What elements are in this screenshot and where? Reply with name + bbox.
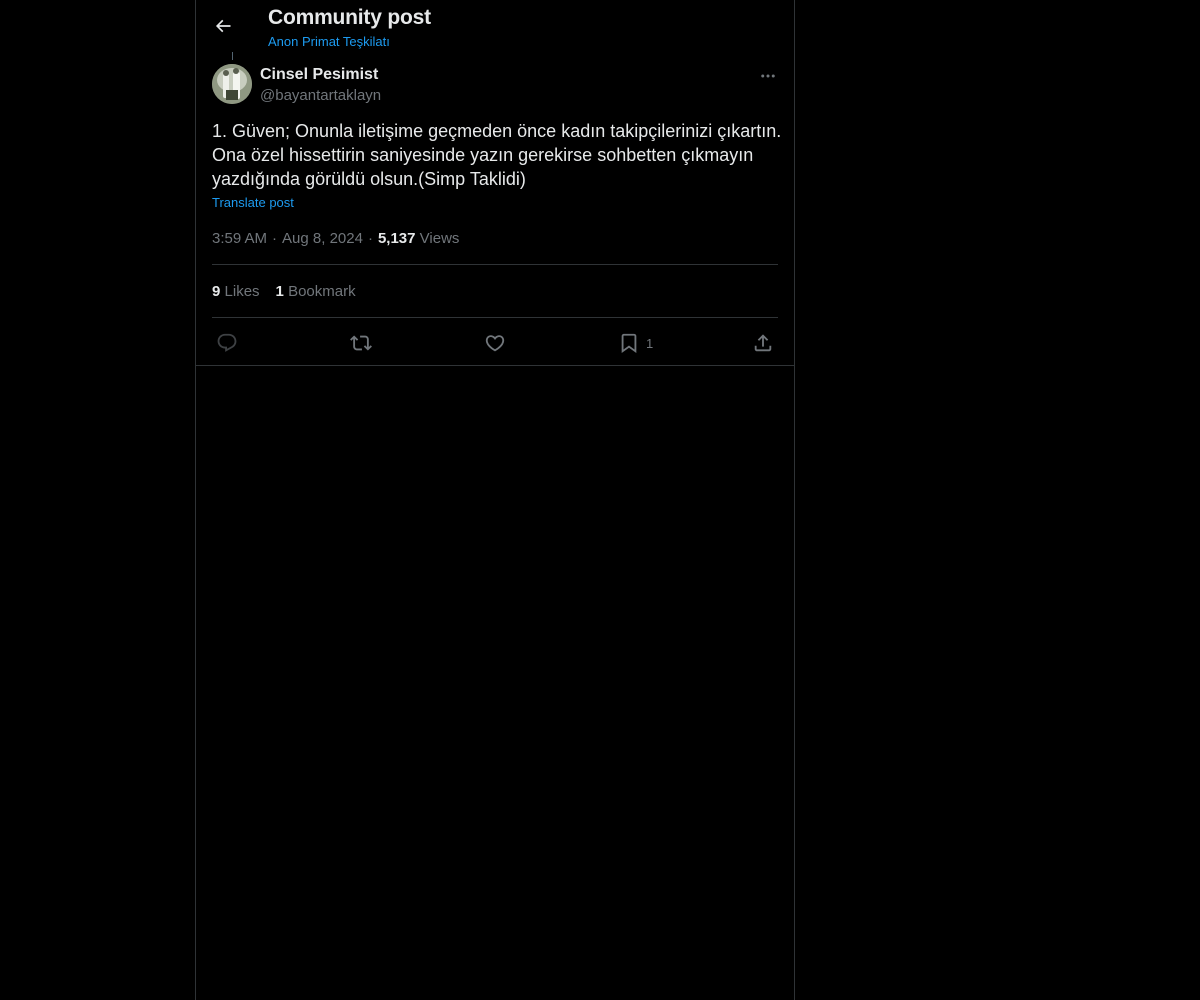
avatar-image-icon [212, 64, 252, 104]
like-button[interactable] [484, 330, 506, 356]
post-text: 1. Güven; Onunla iletişime geçmeden önce… [212, 121, 782, 189]
reply-button[interactable] [216, 330, 238, 356]
likes-label: Likes [224, 283, 260, 300]
share-icon [754, 334, 772, 352]
more-options-button[interactable] [756, 66, 780, 86]
separator-dot: · [272, 230, 278, 247]
community-link[interactable]: Anon Primat Teşkilatı [268, 34, 390, 49]
share-button[interactable] [752, 330, 774, 356]
author-handle[interactable]: @bayantartaklayn [260, 87, 381, 104]
post-meta: 3:59 AM · Aug 8, 2024 · 5,137 Views [212, 230, 459, 247]
post-bottom-border [196, 365, 794, 366]
views-label: Views [419, 230, 460, 247]
divider [212, 264, 778, 265]
likes-count: 9 [212, 283, 221, 300]
bookmark-count: 1 [646, 335, 654, 351]
bookmarks-label: Bookmark [288, 283, 356, 300]
page-title: Community post [268, 6, 431, 29]
engagement-stats: 9 Likes 1 Bookmark [212, 283, 372, 300]
repost-button[interactable] [350, 330, 372, 356]
repost-icon [350, 335, 372, 351]
bookmark-button[interactable]: 1 [618, 330, 653, 356]
divider [212, 317, 778, 318]
bookmarks-stat[interactable]: 1 Bookmark [276, 283, 356, 300]
avatar[interactable] [212, 64, 252, 104]
back-button[interactable] [208, 11, 238, 41]
main-column: Community post Anon Primat Teşkilatı Cin… [195, 0, 795, 1000]
bookmarks-count: 1 [275, 283, 284, 300]
reply-icon [217, 333, 237, 352]
separator-dot: · [367, 230, 373, 247]
action-bar: 1 [212, 330, 778, 356]
post-time[interactable]: 3:59 AM [212, 230, 267, 247]
likes-stat[interactable]: 9 Likes [212, 283, 260, 300]
bookmark-icon [621, 333, 637, 354]
author-name[interactable]: Cinsel Pesimist [260, 66, 378, 84]
more-horizontal-icon [761, 74, 775, 78]
page-header: Community post Anon Primat Teşkilatı [196, 0, 794, 54]
arrow-left-icon [215, 19, 231, 33]
heart-icon [485, 335, 505, 352]
views-count: 5,137 [377, 230, 416, 247]
translate-post-link[interactable]: Translate post [212, 195, 294, 210]
thread-connector [232, 52, 233, 60]
post-date[interactable]: Aug 8, 2024 [282, 230, 363, 247]
